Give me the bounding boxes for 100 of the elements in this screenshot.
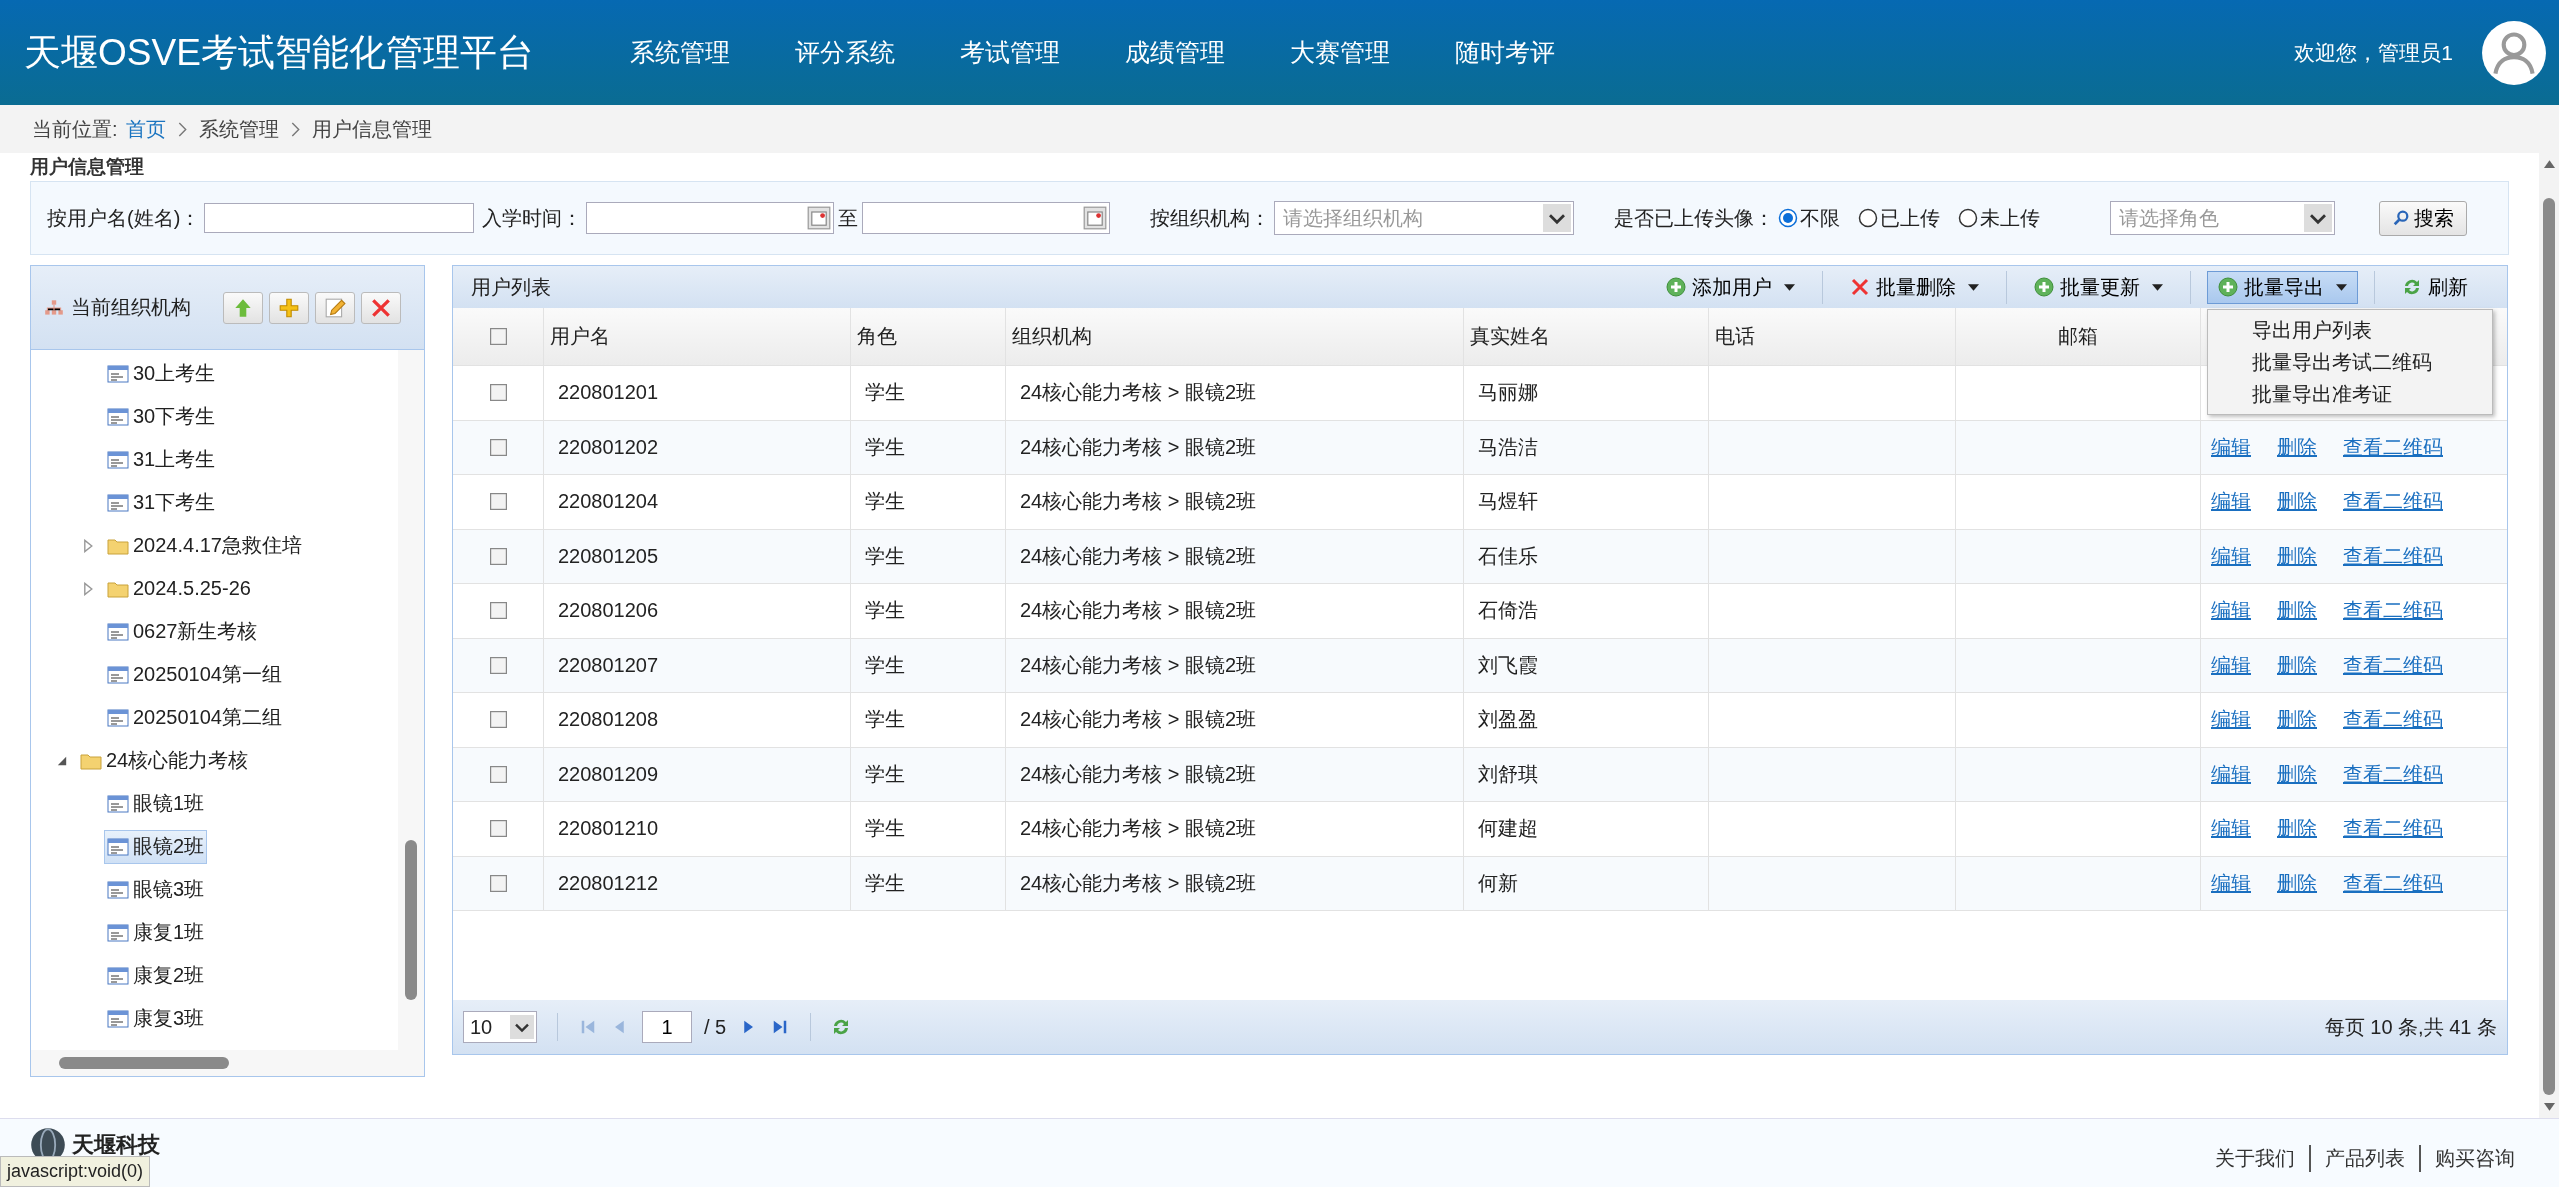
action-link[interactable]: 查看二维码 bbox=[2343, 651, 2443, 679]
date-field[interactable] bbox=[862, 202, 1111, 234]
footer-link[interactable]: 产品列表 bbox=[2311, 1145, 2421, 1172]
action-link[interactable]: 查看二维码 bbox=[2343, 597, 2443, 625]
action-link[interactable]: 编辑 bbox=[2211, 706, 2251, 734]
action-link[interactable]: 删除 bbox=[2277, 433, 2317, 461]
scrollbar[interactable] bbox=[31, 1050, 424, 1076]
footer-link[interactable]: 购买咨询 bbox=[2421, 1145, 2529, 1172]
action-link[interactable]: 删除 bbox=[2277, 488, 2317, 516]
tree-item[interactable]: 31下考生 bbox=[104, 485, 219, 520]
nav-link[interactable]: 系统管理 bbox=[629, 36, 795, 69]
tree-item[interactable]: 康复3班 bbox=[104, 1001, 208, 1036]
scroll-up-icon[interactable] bbox=[2543, 159, 2555, 168]
checkbox[interactable] bbox=[489, 547, 507, 565]
move-up-button[interactable] bbox=[223, 291, 263, 324]
tree-item[interactable]: 30下考生 bbox=[104, 399, 219, 434]
breadcrumb-link[interactable]: 首页 bbox=[125, 115, 166, 143]
nav-link[interactable]: 大赛管理 bbox=[1289, 36, 1455, 69]
menu-item[interactable]: 批量导出准考证 bbox=[2252, 377, 2472, 410]
checkbox[interactable] bbox=[489, 820, 507, 838]
action-link[interactable]: 查看二维码 bbox=[2343, 542, 2443, 570]
action-link[interactable]: 查看二维码 bbox=[2343, 760, 2443, 788]
toolbar-menu-button[interactable]: 批量更新 bbox=[2023, 270, 2174, 304]
checkbox[interactable] bbox=[489, 493, 507, 511]
checkbox[interactable] bbox=[489, 602, 507, 620]
menu-item[interactable]: 导出用户列表 bbox=[2252, 313, 2472, 346]
radio-button[interactable] bbox=[1858, 208, 1879, 228]
action-link[interactable]: 查看二维码 bbox=[2343, 815, 2443, 843]
action-link[interactable]: 编辑 bbox=[2211, 433, 2251, 461]
action-link[interactable]: 编辑 bbox=[2211, 760, 2251, 788]
action-link[interactable]: 查看二维码 bbox=[2343, 433, 2443, 461]
action-link[interactable]: 删除 bbox=[2277, 869, 2317, 897]
radio-option[interactable]: 未上传 bbox=[1958, 204, 2041, 232]
nav-link[interactable]: 随时考评 bbox=[1454, 36, 1620, 69]
toolbar-menu-button[interactable]: 批量删除 bbox=[1839, 270, 1990, 304]
checkbox[interactable] bbox=[489, 874, 507, 892]
checkbox[interactable] bbox=[489, 711, 507, 729]
search-button[interactable]: 搜索 bbox=[2379, 200, 2468, 236]
tree-item[interactable]: 30上考生 bbox=[104, 356, 219, 391]
tree-item[interactable]: 2024.4.17急救住培 bbox=[104, 528, 305, 563]
action-link[interactable]: 编辑 bbox=[2211, 488, 2251, 516]
nav-link[interactable]: 成绩管理 bbox=[1124, 36, 1290, 69]
calendar-icon[interactable] bbox=[807, 206, 832, 230]
checkbox[interactable] bbox=[489, 328, 507, 345]
tree-item[interactable]: 康复2班 bbox=[104, 958, 208, 993]
action-link[interactable]: 删除 bbox=[2277, 760, 2317, 788]
action-link[interactable]: 查看二维码 bbox=[2343, 869, 2443, 897]
tree-item[interactable]: 眼镜3班 bbox=[104, 872, 208, 907]
toolbar-menu-button[interactable]: 添加用户 bbox=[1655, 270, 1806, 304]
action-link[interactable]: 删除 bbox=[2277, 597, 2317, 625]
delete-button[interactable] bbox=[361, 291, 401, 324]
add-button[interactable] bbox=[269, 291, 309, 324]
column-header[interactable]: 真实姓名 bbox=[1470, 323, 1550, 350]
action-link[interactable]: 查看二维码 bbox=[2343, 706, 2443, 734]
nav-link[interactable]: 考试管理 bbox=[959, 36, 1125, 69]
menu-item[interactable]: 批量导出考试二维码 bbox=[2252, 345, 2472, 378]
scrollbar[interactable] bbox=[398, 350, 424, 1050]
dropdown-icon[interactable] bbox=[510, 1015, 534, 1039]
column-header[interactable]: 邮箱 bbox=[2058, 323, 2098, 350]
radio-button[interactable] bbox=[1958, 208, 1979, 228]
toolbar-menu-button[interactable]: 批量导出 bbox=[2207, 270, 2358, 304]
dropdown-icon[interactable] bbox=[2304, 204, 2333, 232]
tree-item[interactable]: 眼镜2班 bbox=[104, 829, 208, 864]
scrollbar[interactable] bbox=[2539, 153, 2559, 1118]
nav-link[interactable]: 评分系统 bbox=[794, 36, 960, 69]
page-number-field[interactable]: 1 bbox=[642, 1011, 692, 1043]
tree-item[interactable]: 康复1班 bbox=[104, 915, 208, 950]
action-link[interactable]: 编辑 bbox=[2211, 597, 2251, 625]
tree-item[interactable]: 20250104第一组 bbox=[104, 657, 285, 692]
radio-option[interactable]: 已上传 bbox=[1858, 204, 1941, 232]
radio-option[interactable]: 不限 bbox=[1778, 204, 1841, 232]
refresh-button[interactable]: 刷新 bbox=[2391, 270, 2479, 304]
checkbox[interactable] bbox=[489, 656, 507, 674]
page-size-select[interactable]: 10 bbox=[463, 1011, 537, 1043]
column-header[interactable]: 组织机构 bbox=[1012, 323, 1092, 350]
avatar-icon[interactable] bbox=[2481, 19, 2547, 86]
action-link[interactable]: 查看二维码 bbox=[2343, 488, 2443, 516]
column-header[interactable]: 用户名 bbox=[550, 323, 610, 350]
column-header[interactable]: 电话 bbox=[1715, 323, 1755, 350]
action-link[interactable]: 编辑 bbox=[2211, 869, 2251, 897]
action-link[interactable]: 删除 bbox=[2277, 815, 2317, 843]
edit-button[interactable] bbox=[315, 291, 355, 324]
checkbox[interactable] bbox=[489, 438, 507, 456]
action-link[interactable]: 编辑 bbox=[2211, 815, 2251, 843]
action-link[interactable]: 编辑 bbox=[2211, 542, 2251, 570]
username-field[interactable] bbox=[204, 203, 475, 233]
tree-item[interactable]: 0627新生考核 bbox=[104, 614, 261, 649]
checkbox[interactable] bbox=[489, 765, 507, 783]
dropdown-icon[interactable] bbox=[1543, 204, 1572, 232]
checkbox[interactable] bbox=[489, 384, 507, 402]
date-field[interactable] bbox=[586, 202, 835, 234]
radio-button[interactable] bbox=[1778, 208, 1799, 228]
tree-item[interactable]: 2024.5.25-26 bbox=[104, 573, 254, 604]
action-link[interactable]: 删除 bbox=[2277, 651, 2317, 679]
footer-link[interactable]: 关于我们 bbox=[2201, 1145, 2311, 1172]
action-link[interactable]: 删除 bbox=[2277, 542, 2317, 570]
tree-item[interactable]: 24核心能力考核 bbox=[77, 743, 252, 778]
tree-item[interactable]: 眼镜1班 bbox=[104, 786, 208, 821]
column-header[interactable]: 角色 bbox=[857, 323, 897, 350]
scroll-down-icon[interactable] bbox=[2543, 1103, 2555, 1112]
